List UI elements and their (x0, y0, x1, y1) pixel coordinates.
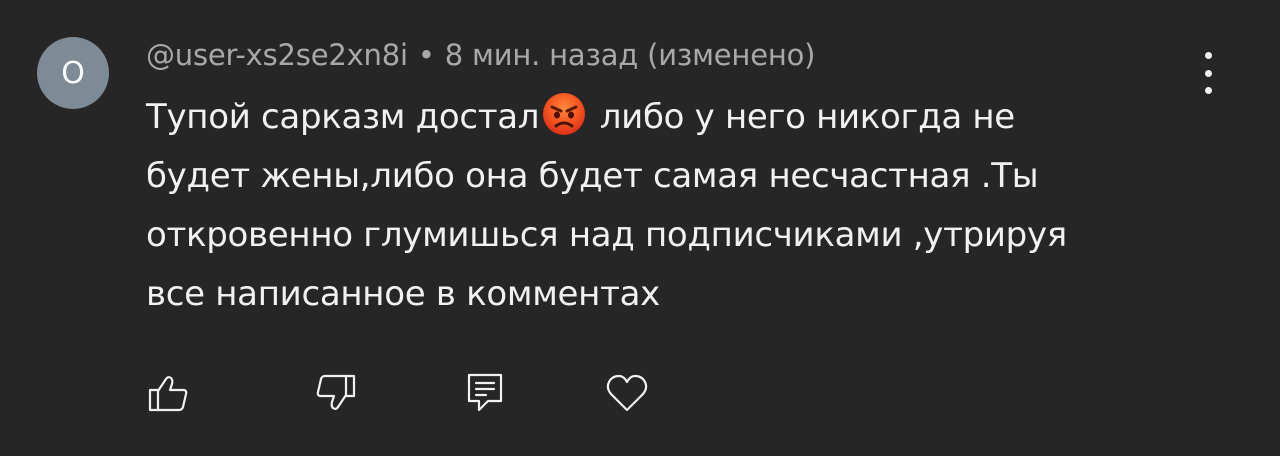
comment-text-segment: либо у него никогда не (589, 97, 1015, 137)
comment-text: Тупой сарказм достал либо у него никогда… (146, 88, 1216, 324)
angry-face-emoji (543, 93, 586, 135)
menu-dot (1204, 69, 1212, 77)
author-name[interactable]: @user-xs2se2xn8i (146, 38, 408, 72)
comment-actions (0, 370, 1280, 420)
heart-icon[interactable] (604, 370, 650, 416)
avatar-letter: O (61, 55, 85, 91)
comment-line: все написанное в комментах (146, 274, 660, 314)
comment-text-segment: Тупой сарказм достал (146, 97, 540, 137)
thumb-down-icon[interactable] (312, 370, 358, 416)
comment-line: Тупой сарказм достал либо у него никогда… (146, 88, 1216, 147)
separator: • (417, 38, 435, 72)
reply-icon[interactable] (462, 370, 508, 416)
menu-dot (1204, 52, 1212, 59)
comment-card: O @user-xs2se2xn8i • 8 мин. назад (изменен… (0, 0, 1280, 456)
comment-line: откровенно глумишься над подписчиками ,у… (146, 215, 1067, 255)
avatar[interactable]: O (37, 37, 109, 109)
comment-line: будет жены,либо она будет самая несчастн… (146, 156, 1039, 196)
comment-header: @user-xs2se2xn8i • 8 мин. назад (изменено) (146, 38, 815, 72)
thumb-up-icon[interactable] (146, 370, 192, 416)
timestamp[interactable]: 8 мин. назад (изменено) (445, 38, 816, 72)
